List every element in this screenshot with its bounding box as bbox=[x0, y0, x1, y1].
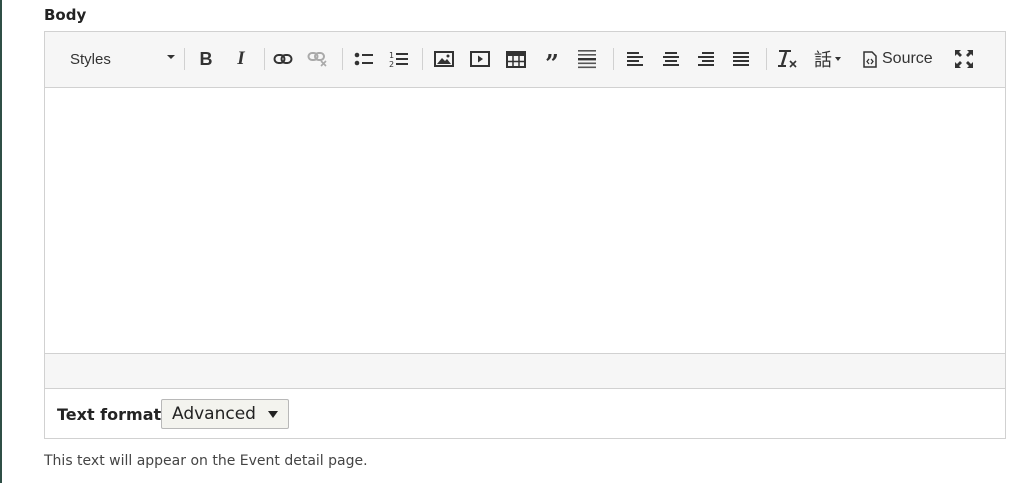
editor-content-area[interactable] bbox=[45, 88, 1005, 353]
chevron-down-icon bbox=[167, 55, 175, 59]
field-label: Body bbox=[44, 6, 87, 24]
bulleted-list-icon bbox=[354, 52, 373, 66]
editor-path-bar bbox=[45, 353, 1005, 389]
field-description: This text will appear on the Event detai… bbox=[44, 453, 368, 469]
justify-icon bbox=[733, 52, 749, 66]
chevron-down-icon bbox=[835, 57, 841, 61]
horizontal-line-icon bbox=[578, 50, 596, 69]
blockquote-button[interactable]: ” bbox=[540, 45, 564, 78]
text-format-selected-value: Advanced bbox=[172, 404, 256, 424]
text-format-wrapper: Text format Advanced bbox=[45, 389, 1005, 438]
language-icon: 話 bbox=[814, 50, 832, 71]
align-left-button[interactable] bbox=[623, 45, 647, 73]
bulleted-list-button[interactable] bbox=[352, 45, 376, 73]
styles-dropdown-label: Styles bbox=[70, 50, 111, 68]
toolbar-separator bbox=[342, 48, 343, 70]
remove-format-icon bbox=[778, 50, 797, 68]
rich-text-editor: Styles B I 1 2 ” 話 Source Text format Ad… bbox=[44, 31, 1006, 439]
italic-icon: I bbox=[237, 48, 245, 69]
align-center-button[interactable] bbox=[659, 45, 683, 73]
bold-button[interactable]: B bbox=[194, 45, 218, 73]
source-button-label: Source bbox=[882, 50, 933, 67]
unlink-button[interactable] bbox=[306, 45, 330, 73]
link-icon bbox=[273, 54, 293, 64]
image-icon bbox=[434, 51, 454, 67]
horizontal-line-button[interactable] bbox=[575, 45, 599, 73]
toolbar-separator bbox=[264, 48, 265, 70]
numbered-list-button[interactable]: 1 2 bbox=[387, 45, 411, 73]
toolbar-separator bbox=[422, 48, 423, 70]
language-dropdown[interactable]: 話 bbox=[814, 45, 841, 73]
remove-format-button[interactable] bbox=[776, 45, 800, 73]
maximize-icon bbox=[955, 50, 973, 68]
source-button[interactable]: Source bbox=[863, 45, 933, 73]
editor-toolbar: Styles B I 1 2 ” 話 Source bbox=[45, 32, 1005, 88]
unlink-icon bbox=[307, 52, 327, 67]
page-left-border bbox=[0, 0, 2, 483]
blockquote-icon: ” bbox=[545, 48, 559, 78]
toolbar-separator bbox=[613, 48, 614, 70]
svg-text:1: 1 bbox=[389, 51, 394, 60]
source-icon bbox=[863, 50, 877, 68]
maximize-button[interactable] bbox=[952, 45, 976, 73]
align-center-icon bbox=[663, 52, 679, 66]
italic-button[interactable]: I bbox=[229, 45, 253, 73]
link-button[interactable] bbox=[271, 45, 295, 73]
image-button[interactable] bbox=[432, 45, 456, 73]
align-left-icon bbox=[627, 52, 643, 66]
justify-button[interactable] bbox=[729, 45, 753, 73]
text-format-select[interactable]: Advanced bbox=[161, 399, 289, 429]
toolbar-separator bbox=[766, 48, 767, 70]
text-format-label: Text format bbox=[57, 405, 162, 424]
media-embed-icon bbox=[470, 51, 490, 67]
align-right-icon bbox=[698, 52, 714, 66]
styles-dropdown[interactable]: Styles bbox=[59, 45, 175, 73]
align-right-button[interactable] bbox=[694, 45, 718, 73]
toolbar-separator bbox=[184, 48, 185, 70]
numbered-list-icon: 1 2 bbox=[389, 51, 408, 68]
table-button[interactable] bbox=[504, 45, 528, 73]
svg-text:2: 2 bbox=[389, 60, 394, 68]
bold-icon: B bbox=[199, 48, 213, 69]
table-icon bbox=[506, 50, 526, 68]
dropdown-arrow-icon bbox=[268, 411, 278, 418]
media-embed-button[interactable] bbox=[468, 45, 492, 73]
